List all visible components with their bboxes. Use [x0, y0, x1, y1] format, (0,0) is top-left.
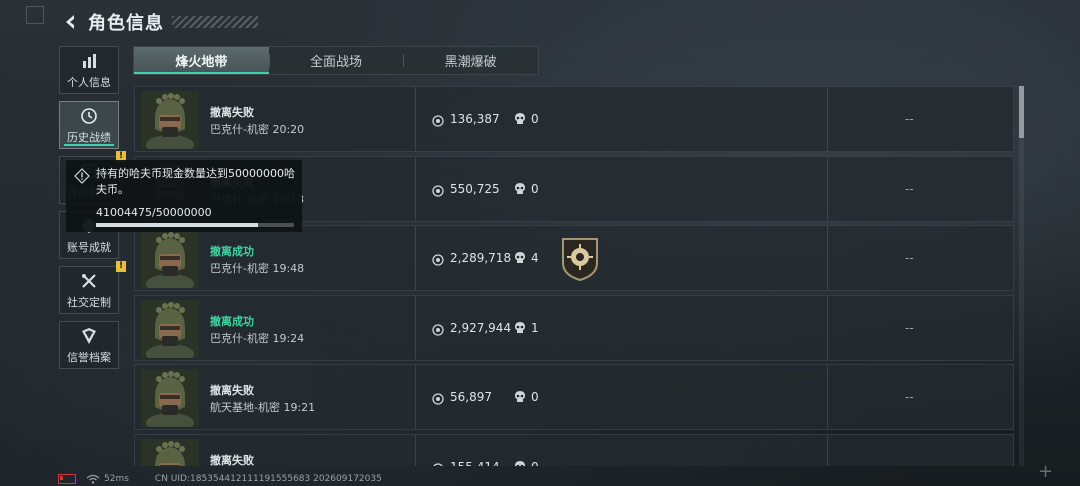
tab-1[interactable]: 全面战场: [268, 47, 404, 74]
plus-icon: +: [1038, 461, 1054, 482]
credit-icon: [79, 326, 99, 346]
operator-avatar: [141, 369, 199, 428]
extraction-result: 撤离失败: [210, 384, 254, 398]
mode-tabs: 烽火地带 全面战场 黑潮爆破: [133, 46, 539, 75]
battery-icon: [58, 474, 76, 484]
extraction-result: 撤离成功: [210, 245, 254, 259]
status-bar: 52ms CN UID:185354412111191555683 202609…: [58, 472, 382, 486]
sidebar-item-4[interactable]: 社交定制!: [59, 261, 126, 314]
kill-count: 0: [531, 460, 539, 466]
skull-icon: [514, 181, 526, 195]
column-divider: [415, 87, 416, 151]
coin-value: 56,897: [450, 390, 492, 405]
coin-icon: [432, 390, 444, 406]
kill-count: 1: [531, 320, 539, 335]
column-divider: [415, 226, 416, 291]
coin-icon: [432, 251, 444, 266]
skull-icon: [514, 389, 526, 403]
operator-avatar: [141, 299, 199, 358]
match-row[interactable]: 撤离失败航天基地-机密 19:21 56,897 0 --: [134, 364, 1014, 431]
coin-icon: [432, 112, 444, 127]
sidebar-item-label: 个人信息: [67, 75, 111, 89]
alert-badge: !: [116, 261, 126, 272]
extraction-result: 撤离失败: [210, 453, 254, 466]
clock-icon: [79, 106, 99, 126]
coin-value: 2,289,718: [450, 251, 512, 266]
column-divider: [827, 226, 828, 291]
column-divider: [415, 434, 416, 466]
bar-chart-icon: [79, 51, 99, 71]
kill-count: 0: [531, 112, 539, 126]
operator-avatar: [141, 91, 199, 149]
match-row[interactable]: 撤离成功巴克什-机密 19:48 2,289,718 4 --: [134, 225, 1014, 292]
extraction-result: 撤离失败: [210, 106, 254, 119]
tools-icon: [79, 271, 99, 291]
sidebar-item-label: 社交定制: [67, 295, 111, 309]
tooltip-text: 持有的哈夫币现金数量达到50000000哈夫币。: [96, 167, 295, 196]
coin-icon: [432, 321, 444, 336]
kill-count: 0: [531, 390, 539, 405]
scrollbar-thumb[interactable]: [1019, 86, 1024, 138]
sidebar-item-label: 历史战绩: [67, 130, 111, 144]
header: 角色信息: [60, 8, 258, 36]
map-and-time: 航天基地-机密 19:21: [210, 401, 316, 415]
tab-2[interactable]: 黑潮爆破: [403, 47, 538, 74]
sidebar-item-label: 信誉档案: [67, 350, 111, 364]
match-history-list[interactable]: 撤离失败巴克什-机密 20:20136,3870--撤离失败巴克什-机密 20:…: [134, 86, 1014, 466]
achievement-tooltip: 持有的哈夫币现金数量达到50000000哈夫币。 41004475/500000…: [66, 160, 302, 232]
match-row[interactable]: 撤离失败巴克什-机密 20:20 136,387 0 --: [134, 86, 1014, 152]
uid-text: CN UID:185354412111191555683 20260917203…: [154, 474, 382, 484]
title-decoration: [172, 16, 258, 28]
extra-value: --: [905, 251, 914, 266]
corner-frame: [26, 6, 44, 24]
map-and-time: 巴克什-机密 19:24: [210, 331, 305, 345]
coin-icon: [432, 182, 444, 197]
map-and-time: 巴克什-机密 20:20: [210, 123, 305, 136]
operator-avatar: [141, 438, 199, 466]
kill-count: 4: [531, 251, 539, 266]
coin-icon: [432, 460, 444, 466]
column-divider: [827, 434, 828, 466]
tooltip-progress-fill: [96, 223, 259, 227]
tab-0[interactable]: 烽火地带: [134, 47, 269, 74]
coin-value: 550,725: [450, 181, 500, 196]
tooltip-progress-text: 41004475/50000000: [96, 206, 212, 219]
ping-text: 52ms: [104, 474, 129, 484]
skull-icon: [514, 320, 526, 334]
info-diamond-icon: [74, 168, 90, 184]
coin-value: 136,387: [450, 112, 500, 126]
skull-icon: [514, 250, 526, 264]
skull-icon: [514, 459, 526, 466]
column-divider: [415, 156, 416, 221]
wifi-icon: [86, 474, 100, 484]
sidebar-item-5[interactable]: 信誉档案: [59, 321, 119, 369]
sidebar-item-0[interactable]: 个人信息: [59, 46, 119, 94]
tooltip-progress-bar: [96, 223, 294, 227]
column-divider: [827, 87, 828, 151]
match-row[interactable]: 撤离成功巴克什-机密 19:24 2,927,944 1 --: [134, 294, 1014, 361]
extra-value: --: [905, 112, 914, 126]
achievement-badge-icon: [561, 237, 599, 282]
column-divider: [827, 156, 828, 221]
column-divider: [415, 365, 416, 430]
sidebar-item-label: 账号成就: [67, 240, 111, 254]
coin-value: 2,927,944: [450, 320, 512, 335]
match-row[interactable]: 撤离失败 155,414 0: [134, 433, 1014, 466]
extra-value: --: [905, 390, 914, 405]
scrollbar[interactable]: [1019, 86, 1024, 466]
operator-avatar: [141, 230, 199, 289]
skull-icon: [514, 111, 526, 125]
column-divider: [827, 295, 828, 360]
back-arrow-icon[interactable]: [60, 11, 82, 33]
sidebar-item-1[interactable]: 历史战绩: [59, 101, 119, 149]
extra-value: --: [905, 320, 914, 335]
column-divider: [415, 295, 416, 360]
coin-value: 155,414: [450, 460, 500, 466]
page-title: 角色信息: [88, 13, 164, 34]
kill-count: 0: [531, 181, 539, 196]
column-divider: [827, 365, 828, 430]
map-and-time: 巴克什-机密 19:48: [210, 262, 305, 276]
extra-value: --: [905, 181, 914, 196]
extraction-result: 撤离成功: [210, 314, 254, 328]
